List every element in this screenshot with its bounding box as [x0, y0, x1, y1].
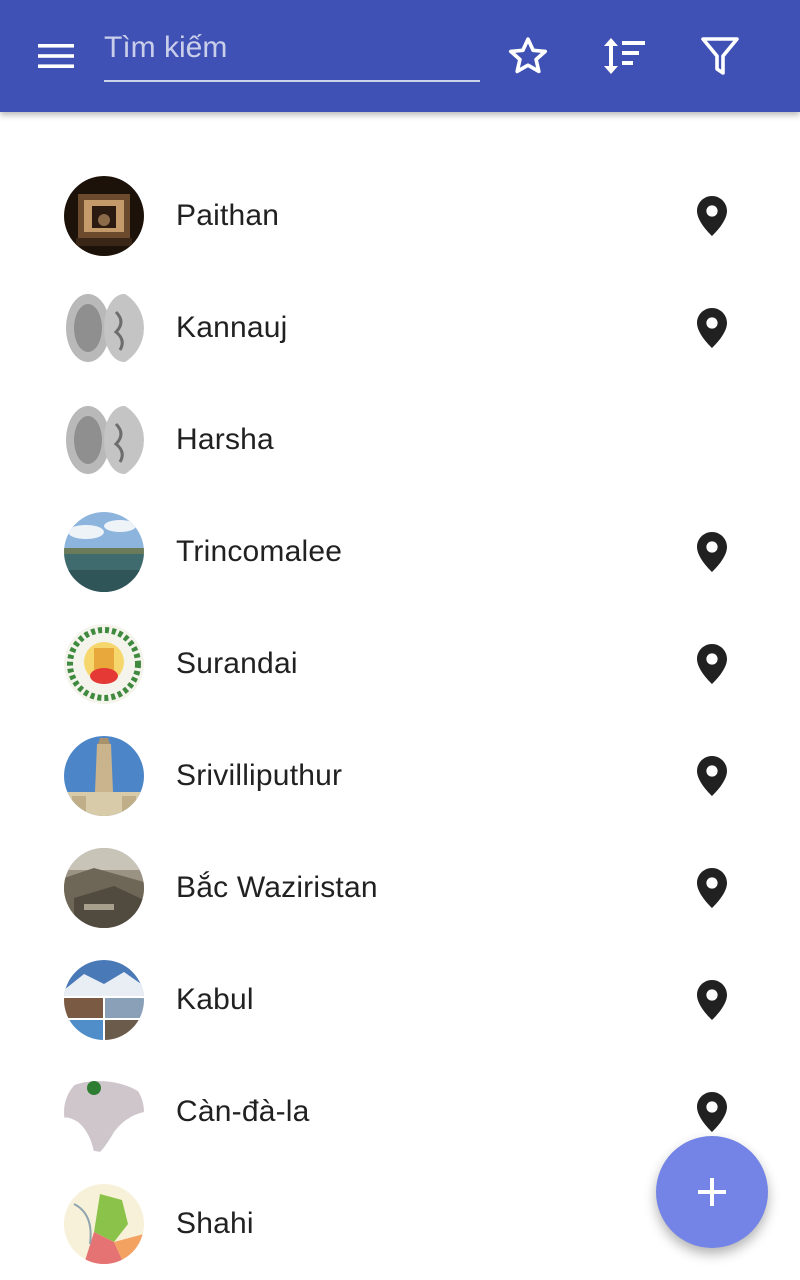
location-button[interactable] [688, 192, 736, 240]
sort-icon [604, 38, 645, 74]
thumbnail-image [64, 960, 144, 1040]
thumbnail-image [64, 1072, 144, 1152]
item-label: Bắc Waziristan [176, 871, 378, 904]
filter-icon [701, 37, 739, 75]
menu-button[interactable] [22, 32, 90, 80]
list-item[interactable]: Trincomalee [0, 496, 800, 608]
location-button[interactable] [688, 1088, 736, 1136]
sort-button[interactable] [596, 28, 652, 84]
list-item[interactable]: Harsha [0, 384, 800, 496]
places-list: Paithan Kannauj Harsha Trincomalee Suran… [0, 160, 800, 1280]
item-label: Kabul [176, 983, 254, 1016]
location-pin-icon [697, 308, 727, 348]
search-input[interactable] [104, 22, 480, 74]
item-label: Paithan [176, 199, 280, 232]
item-label: Càn-đà-la [176, 1095, 310, 1128]
location-button[interactable] [688, 528, 736, 576]
favorites-button[interactable] [500, 28, 556, 84]
item-label: Kannauj [176, 311, 288, 344]
location-button[interactable] [688, 752, 736, 800]
location-button[interactable] [688, 640, 736, 688]
filter-button[interactable] [692, 28, 748, 84]
app-bar [0, 0, 800, 112]
list-item[interactable]: Srivilliputhur [0, 720, 800, 832]
thumbnail-image [64, 1184, 144, 1264]
location-pin-icon [697, 644, 727, 684]
item-label: Trincomalee [176, 535, 343, 568]
thumbnail-image [64, 400, 144, 480]
item-label: Shahi [176, 1207, 254, 1240]
thumbnail-image [64, 736, 144, 816]
thumbnail-image [64, 624, 144, 704]
location-button[interactable] [688, 976, 736, 1024]
list-item[interactable]: Kabul [0, 944, 800, 1056]
hamburger-menu-icon [38, 44, 74, 68]
location-button[interactable] [688, 864, 736, 912]
thumbnail-image [64, 176, 144, 256]
location-pin-icon [697, 980, 727, 1020]
location-pin-icon [697, 1092, 727, 1132]
list-item[interactable]: Surandai [0, 608, 800, 720]
list-item[interactable]: Kannauj [0, 272, 800, 384]
location-pin-icon [697, 196, 727, 236]
thumbnail-image [64, 848, 144, 928]
location-pin-icon [697, 868, 727, 908]
star-outline-icon [508, 37, 548, 74]
list-item[interactable]: Paithan [0, 160, 800, 272]
thumbnail-image [64, 512, 144, 592]
thumbnail-image [64, 288, 144, 368]
plus-icon [698, 1178, 726, 1206]
location-pin-icon [697, 756, 727, 796]
search-field [104, 22, 480, 82]
location-pin-icon [697, 532, 727, 572]
add-button[interactable] [656, 1136, 768, 1248]
item-label: Srivilliputhur [176, 759, 343, 792]
item-label: Surandai [176, 647, 298, 680]
item-label: Harsha [176, 423, 274, 456]
location-button[interactable] [688, 304, 736, 352]
list-item[interactable]: Bắc Waziristan [0, 832, 800, 944]
